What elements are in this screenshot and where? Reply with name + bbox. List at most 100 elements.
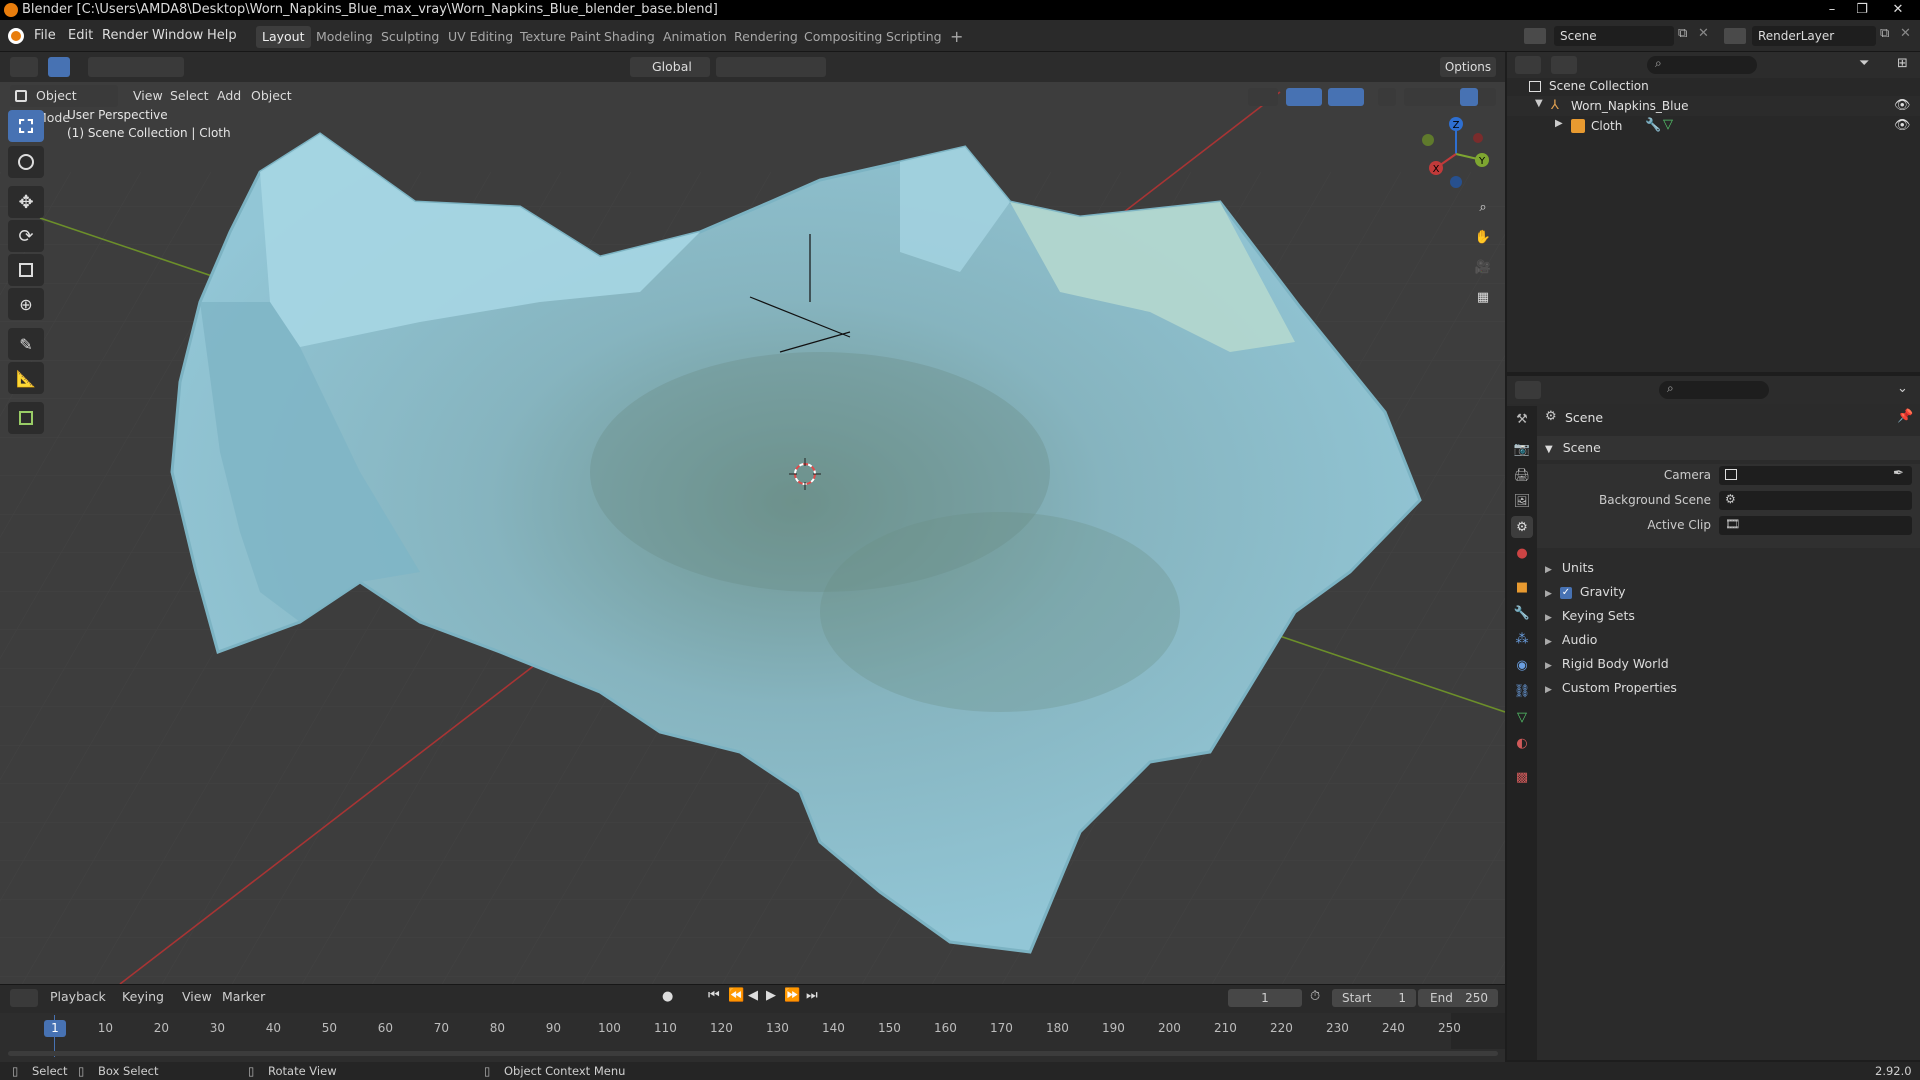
tab-render[interactable]: 📷 <box>1511 438 1533 460</box>
overlay-toggle-icon[interactable] <box>1328 88 1364 106</box>
tab-modeling[interactable]: Modeling <box>310 26 379 48</box>
tab-animation[interactable]: Animation <box>657 26 733 48</box>
camera-field[interactable]: ✒ <box>1719 466 1912 485</box>
jump-start-icon[interactable]: ⏮ <box>708 988 720 1003</box>
outliner-row[interactable]: ▼ ⅄ Worn_Napkins_Blue 👁 <box>1507 96 1920 116</box>
pan-hand-icon[interactable]: ✋ <box>1470 224 1496 250</box>
renderlayer-copy-icon[interactable]: ⧉ <box>1880 26 1889 41</box>
panel-gravity[interactable]: ▶ ✓ Gravity <box>1537 580 1920 604</box>
record-icon[interactable]: ● <box>662 989 673 1004</box>
clock-icon[interactable]: ⏱ <box>1310 989 1320 1004</box>
next-keyframe-icon[interactable]: ⏩ <box>784 988 800 1003</box>
properties-editor-type-icon[interactable] <box>1515 381 1541 399</box>
timeline-scrollbar[interactable] <box>8 1051 1498 1056</box>
3d-viewport[interactable]: Global Options Object Mode View Select A… <box>0 52 1505 984</box>
tab-object[interactable]: ■ <box>1511 576 1533 598</box>
tab-sculpting[interactable]: Sculpting <box>375 26 445 48</box>
tab-texture-paint[interactable]: Texture Paint <box>514 26 607 48</box>
menu-add[interactable]: Add <box>210 85 248 107</box>
scene-type-icon[interactable] <box>1524 28 1546 44</box>
modifier-wrench-icon[interactable]: 🔧 <box>1645 118 1661 133</box>
expand-chevron-icon[interactable]: ▶ <box>1555 118 1563 129</box>
tab-texture[interactable]: ▩ <box>1511 766 1533 788</box>
panel-custom-properties[interactable]: ▶ Custom Properties <box>1537 676 1920 700</box>
active-clip-field[interactable]: 🎞 <box>1719 516 1912 535</box>
tab-world[interactable]: ● <box>1511 542 1533 564</box>
tab-modifiers[interactable]: 🔧 <box>1511 602 1533 624</box>
panel-units[interactable]: ▶ Units <box>1537 556 1920 580</box>
tool-rotate[interactable]: ⟳ <box>8 220 44 252</box>
panel-rigid-body-world[interactable]: ▶ Rigid Body World <box>1537 652 1920 676</box>
expand-chevron-icon[interactable]: ▼ <box>1535 98 1543 109</box>
new-collection-icon[interactable]: ⊞ <box>1897 56 1908 71</box>
tab-particles[interactable]: ⁂ <box>1511 628 1533 650</box>
mesh-data-icon[interactable]: ▽ <box>1663 117 1673 132</box>
scene-copy-icon[interactable]: ⧉ <box>1678 26 1687 41</box>
visibility-filter-icon[interactable] <box>1248 88 1278 106</box>
shading-mode-icons[interactable] <box>1404 88 1496 106</box>
tab-tool[interactable]: ⚒ <box>1511 408 1533 430</box>
menu-help[interactable]: Help <box>207 20 237 52</box>
scene-panel-header[interactable]: ▼ Scene <box>1537 436 1920 460</box>
visibility-eye-icon[interactable]: 👁 <box>1894 118 1911 133</box>
properties-options-chevron-icon[interactable]: ⌄ <box>1897 381 1908 396</box>
display-mode-icon[interactable] <box>1551 56 1577 74</box>
filter-icon[interactable]: ⏷ <box>1859 56 1869 71</box>
minimize-icon[interactable]: – <box>1818 0 1846 20</box>
menu-playback[interactable]: Playback <box>50 989 106 1004</box>
material-preview-icon[interactable] <box>1460 88 1478 106</box>
renderlayer-selector[interactable]: RenderLayer <box>1752 26 1876 46</box>
background-scene-field[interactable]: ⚙ <box>1719 491 1912 510</box>
prev-keyframe-icon[interactable]: ⏪ <box>728 988 744 1003</box>
blender-menu-icon[interactable] <box>8 28 24 44</box>
scene-remove-icon[interactable]: ✕ <box>1698 26 1709 41</box>
editor-type-icon[interactable] <box>10 57 38 77</box>
outliner-editor-type-icon[interactable] <box>1515 56 1541 74</box>
tool-select-box[interactable] <box>8 110 44 142</box>
tool-add-cube[interactable] <box>8 402 44 434</box>
camera-view-icon[interactable]: 🎥 <box>1470 254 1496 280</box>
menu-edit[interactable]: Edit <box>68 20 93 52</box>
visibility-eye-icon[interactable]: 👁 <box>1894 98 1911 113</box>
menu-timeline-view[interactable]: View <box>182 989 212 1004</box>
panel-audio[interactable]: ▶ Audio <box>1537 628 1920 652</box>
renderlayer-type-icon[interactable] <box>1724 28 1746 44</box>
tab-scripting[interactable]: Scripting <box>880 26 948 48</box>
tab-shading[interactable]: Shading <box>598 26 661 48</box>
options-dropdown[interactable]: Options <box>1440 57 1496 77</box>
eyedropper-icon[interactable]: ✒ <box>1893 466 1904 481</box>
close-icon[interactable]: ✕ <box>1880 0 1916 20</box>
snapping-controls[interactable] <box>716 57 826 77</box>
scene-selector[interactable]: Scene <box>1554 26 1674 46</box>
tool-cursor[interactable] <box>8 146 44 178</box>
timeline-editor-type-icon[interactable] <box>10 989 38 1007</box>
select-tool-icon[interactable] <box>48 57 70 77</box>
tool-move[interactable]: ✥ <box>8 186 44 218</box>
tool-scale[interactable] <box>8 254 44 286</box>
tab-layout[interactable]: Layout <box>256 26 311 48</box>
xray-toggle-icon[interactable] <box>1378 88 1396 106</box>
outliner-search-input[interactable]: ⌕ <box>1647 56 1757 74</box>
gizmo-toggle-icon[interactable] <box>1286 88 1322 106</box>
gravity-checkbox[interactable]: ✓ <box>1559 586 1572 599</box>
selection-mode-icons[interactable] <box>88 57 184 77</box>
menu-window[interactable]: Window <box>152 20 203 52</box>
jump-end-icon[interactable]: ⏭ <box>806 988 818 1003</box>
menu-marker[interactable]: Marker <box>222 989 265 1004</box>
tool-transform[interactable]: ⊕ <box>8 288 44 320</box>
menu-keying[interactable]: Keying <box>122 989 164 1004</box>
ortho-grid-icon[interactable]: ▦ <box>1470 284 1496 310</box>
menu-select[interactable]: Select <box>163 85 216 107</box>
tool-annotate[interactable]: ✎ <box>8 328 44 360</box>
properties-search-input[interactable]: ⌕ <box>1659 381 1769 399</box>
navigation-gizmo[interactable]: Z Y X <box>1420 114 1496 190</box>
pin-icon[interactable]: 📌 <box>1897 409 1913 424</box>
tab-material[interactable]: ◐ <box>1511 732 1533 754</box>
outliner-row[interactable]: ▶ Cloth 🔧 ▽ 👁 <box>1507 116 1920 136</box>
menu-render[interactable]: Render <box>102 20 148 52</box>
tab-scene[interactable]: ⚙ <box>1511 516 1533 538</box>
tab-constraints[interactable]: ⛓ <box>1511 680 1533 702</box>
end-frame-field[interactable]: End 250 <box>1418 989 1498 1007</box>
menu-object[interactable]: Object <box>244 85 299 107</box>
outliner-root[interactable]: Scene Collection <box>1507 78 1920 96</box>
